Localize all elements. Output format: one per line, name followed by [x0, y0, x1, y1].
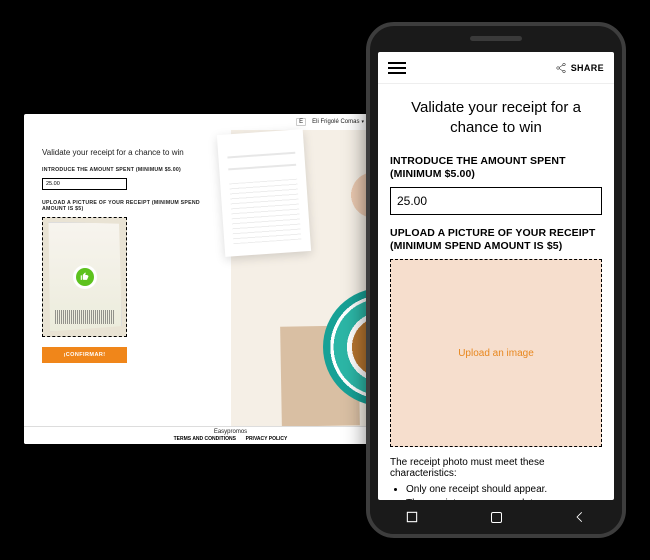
home-icon	[491, 512, 502, 523]
user-dropdown[interactable]: Eli Frigolé Comas ▾	[312, 119, 364, 125]
footer-brand: Easypromos	[214, 429, 247, 435]
share-label: SHARE	[571, 63, 604, 73]
mobile-form: Validate your receipt for a chance to wi…	[378, 84, 614, 500]
desktop-form: Validate your receipt for a chance to wi…	[24, 130, 231, 426]
phone-nav-bar	[370, 500, 622, 534]
confirm-button[interactable]: ¡CONFIRMAR!	[42, 347, 127, 363]
privacy-link[interactable]: PRIVACY POLICY	[246, 436, 288, 442]
page-title: Validate your receipt for a chance to wi…	[42, 148, 217, 157]
amount-label: INTRODUCE THE AMOUNT SPENT (MINIMUM $5.0…	[42, 167, 217, 174]
requirements-intro: The receipt photo must meet these charac…	[390, 457, 602, 479]
amount-label: INTRODUCE THE AMOUNT SPENT (MINIMUM $5.0…	[390, 155, 602, 182]
menu-icon[interactable]	[388, 62, 406, 74]
barcode-graphic	[55, 310, 115, 324]
paper-receipt-graphic	[216, 129, 310, 257]
upload-label: UPLOAD A PICTURE OF YOUR RECEIPT (MINIMU…	[390, 227, 602, 254]
chevron-down-icon: ▾	[361, 119, 364, 125]
phone-speaker	[470, 36, 522, 41]
list-item: Only one receipt should appear.	[406, 484, 602, 495]
share-icon	[555, 62, 567, 74]
user-name: Eli Frigolé Comas	[312, 119, 359, 125]
receipt-upload-box[interactable]: Upload an image	[390, 259, 602, 447]
user-badge: E	[296, 118, 306, 126]
home-button[interactable]	[483, 504, 509, 530]
upload-placeholder: Upload an image	[458, 348, 534, 359]
amount-input[interactable]	[42, 178, 127, 190]
receipt-upload-box[interactable]	[42, 217, 127, 337]
share-button[interactable]: SHARE	[555, 62, 604, 74]
requirements-list: Only one receipt should appear. The rece…	[390, 484, 602, 500]
terms-link[interactable]: TERMS AND CONDITIONS	[174, 436, 236, 442]
thumbs-up-icon	[76, 268, 94, 286]
upload-label: UPLOAD A PICTURE OF YOUR RECEIPT (MINIMU…	[42, 200, 217, 213]
phone-frame: SHARE Validate your receipt for a chance…	[366, 22, 626, 538]
recent-apps-button[interactable]	[399, 504, 425, 530]
page-title: Validate your receipt for a chance to wi…	[390, 98, 602, 139]
back-button[interactable]	[567, 504, 593, 530]
mobile-topbar: SHARE	[378, 52, 614, 84]
amount-input[interactable]	[390, 187, 602, 215]
phone-screen: SHARE Validate your receipt for a chance…	[378, 52, 614, 500]
